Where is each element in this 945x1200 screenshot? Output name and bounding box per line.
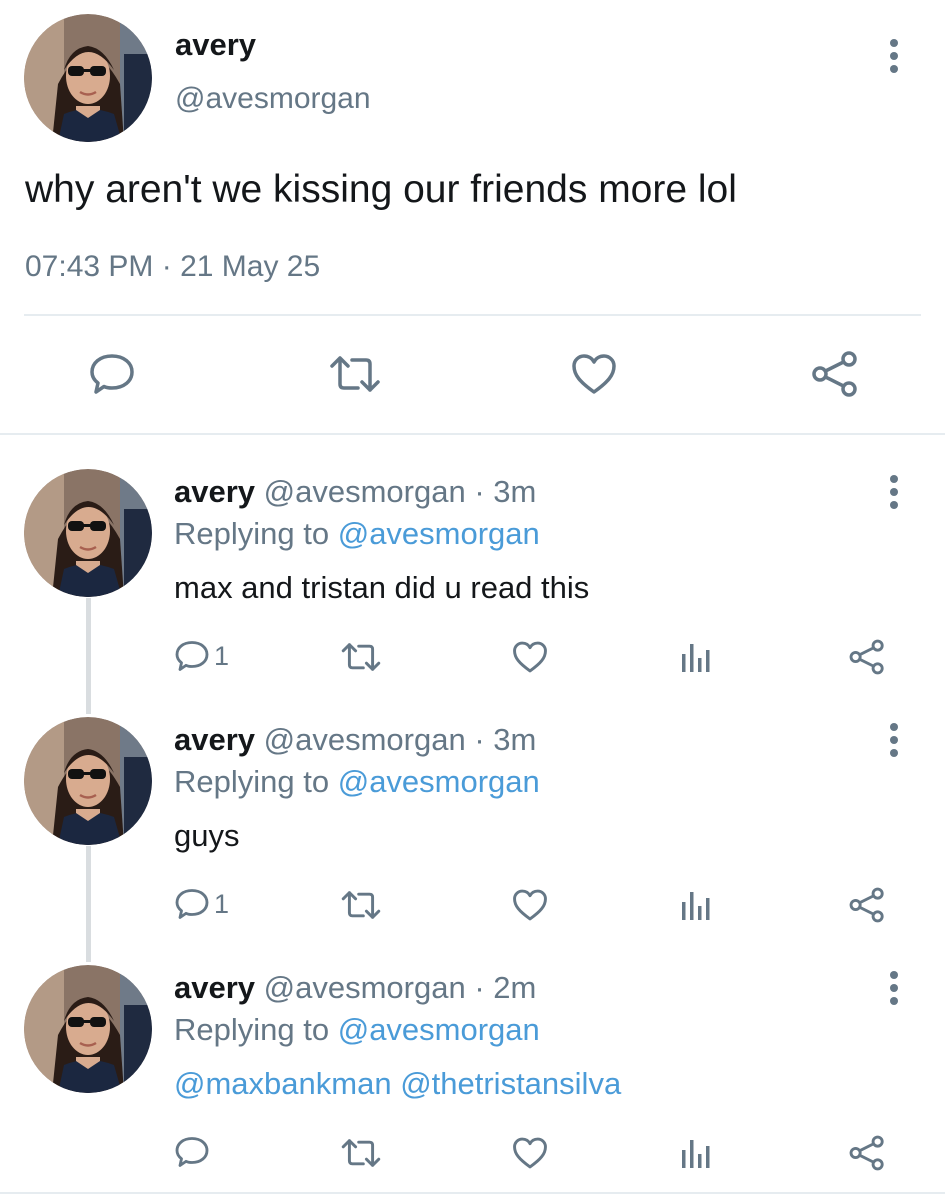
like-button[interactable] [511,1136,549,1170]
replying-to-label: Replying to [174,516,330,551]
author-display-name[interactable]: avery [174,722,255,757]
more-options-icon[interactable] [880,970,908,1008]
share-button[interactable] [848,1134,886,1172]
replying-to-line: Replying to @avesmorgan [174,516,540,552]
reply-icon [175,1137,209,1167]
share-icon [812,351,857,397]
retweet-icon [341,891,381,919]
replying-to-line: Replying to @avesmorgan [174,1012,540,1048]
more-options-icon[interactable] [880,474,908,512]
reply-button[interactable] [88,350,136,398]
analytics-button[interactable] [680,1136,712,1170]
share-icon [849,639,884,675]
replying-to-label: Replying to [174,764,330,799]
retweet-icon [341,643,381,671]
reply-header: avery @avesmorgan · 3m [174,474,536,510]
reply-text: guys [174,818,240,853]
like-icon [513,641,547,673]
replying-to-line: Replying to @avesmorgan [174,764,540,800]
retweet-button[interactable] [328,352,382,396]
retweet-button[interactable] [340,1136,382,1170]
reply-mentions: @maxbankman @thetristansilva [174,1066,621,1102]
replying-to-handle[interactable]: @avesmorgan [338,764,540,799]
analytics-button[interactable] [680,888,712,922]
like-icon [513,889,547,921]
reply-time: · 3m [474,474,537,509]
reply-header: avery @avesmorgan · 3m [174,722,536,758]
tweet-timestamp[interactable]: 07:43 PM · 21 May 25 [25,250,320,284]
share-icon [849,887,884,923]
reply-count: 1 [214,888,230,919]
avatar[interactable] [24,717,152,845]
retweet-button[interactable] [340,888,382,922]
thread-line [86,846,91,962]
author-handle[interactable]: @avesmorgan [264,474,466,509]
author-display-name[interactable]: avery [175,27,256,63]
avatar[interactable] [24,14,152,142]
author-handle[interactable]: @avesmorgan [264,722,466,757]
like-button[interactable] [570,352,618,396]
reply-button[interactable] [174,1134,214,1170]
author-display-name[interactable]: avery [174,970,255,1005]
like-icon [513,1137,547,1169]
analytics-icon [682,644,710,672]
reply-count: 1 [214,640,230,671]
author-display-name[interactable]: avery [174,474,255,509]
tweet-text: why aren't we kissing our friends more l… [25,168,737,211]
reply-icon [175,889,209,919]
reply-text: max and tristan did u read this [174,570,590,605]
reply-icon [175,641,209,671]
section-divider [0,433,945,435]
share-button[interactable] [848,638,886,676]
replying-to-handle[interactable]: @avesmorgan [338,1012,540,1047]
reply-time: · 3m [474,722,537,757]
more-options-icon[interactable] [880,722,908,760]
avatar[interactable] [24,965,152,1093]
analytics-button[interactable] [680,640,712,674]
like-button[interactable] [511,888,549,922]
retweet-icon [330,356,380,392]
like-button[interactable] [511,640,549,674]
share-button[interactable] [848,886,886,924]
retweet-icon [341,1139,381,1167]
analytics-icon [682,892,710,920]
replying-to-handle[interactable]: @avesmorgan [338,516,540,551]
avatar[interactable] [24,469,152,597]
reply-button[interactable]: 1 [174,886,229,922]
like-icon [572,354,616,394]
more-options-icon[interactable] [880,38,908,76]
divider [24,314,921,316]
bottom-divider [0,1192,945,1194]
share-button[interactable] [810,350,860,398]
reply-time: · 2m [474,970,537,1005]
author-handle[interactable]: @avesmorgan [264,970,466,1005]
author-handle[interactable]: @avesmorgan [175,82,371,116]
thread-line [86,598,91,714]
reply-header: avery @avesmorgan · 2m [174,970,536,1006]
replying-to-label: Replying to [174,1012,330,1047]
share-icon [849,1135,884,1171]
mention-link[interactable]: @maxbankman [174,1066,392,1101]
mention-link[interactable]: @thetristansilva [400,1066,621,1101]
analytics-icon [682,1140,710,1168]
reply-button[interactable]: 1 [174,638,229,674]
retweet-button[interactable] [340,640,382,674]
reply-icon [90,354,134,394]
